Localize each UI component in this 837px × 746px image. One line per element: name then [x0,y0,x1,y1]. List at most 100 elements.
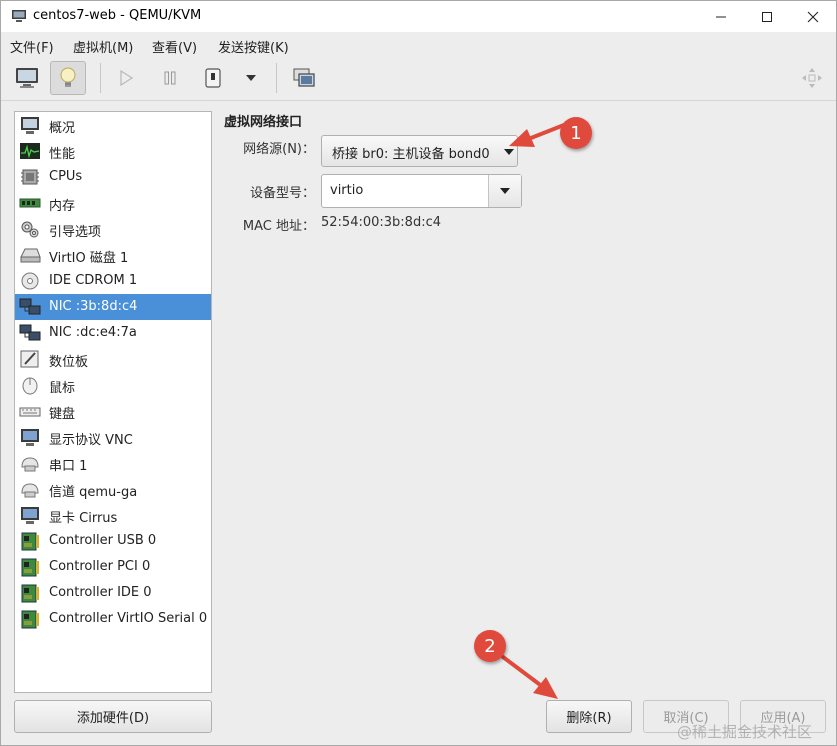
network-source-label: 网络源(N)： [243,142,315,157]
boot-gears-icon [21,221,39,238]
app-window: centos7-web - QEMU/KVM 文件(F) 虚拟机(M) 查看(V… [0,0,837,746]
display-monitor-icon [21,429,39,446]
network-source-dropdown[interactable]: 桥接 br0: 主机设备 bond0 [321,135,518,167]
mac-address-label: MAC 地址： [242,219,315,234]
toolbar-separator [100,63,101,93]
console-view-button[interactable] [9,61,45,95]
hardware-item-label: VirtIO 磁盘 1 [49,251,129,266]
controller-card-icon [21,532,39,551]
play-icon [120,70,134,86]
add-hardware-button[interactable]: 添加硬件(D) [14,700,212,733]
minimize-button[interactable] [698,1,744,32]
menu-send-key[interactable]: 发送按键(K) [218,37,289,56]
hardware-list-item[interactable]: 键盘 [15,398,211,424]
shutdown-menu-button[interactable] [233,61,269,95]
app-monitor-icon [12,10,26,22]
hardware-list-item[interactable]: VirtIO 磁盘 1 [15,242,211,268]
device-model-dropdown-button[interactable] [488,175,521,207]
hardware-item-label: Controller USB 0 [49,533,157,548]
annotation-badge-2: 2 [474,630,506,662]
chevron-down-icon [504,149,514,155]
hardware-item-label: 概况 [49,121,76,136]
controller-card-icon [21,584,39,603]
hardware-list-item[interactable]: 鼠标 [15,372,211,398]
hardware-item-label: CPUs [49,169,83,184]
hardware-list-item[interactable]: 显示协议 VNC [15,424,211,450]
device-model-value[interactable]: virtio [330,183,363,198]
hardware-item-label: 显示协议 VNC [49,433,133,448]
cdrom-icon [21,272,39,290]
network-icon [19,298,41,315]
lightbulb-icon [60,67,76,87]
maximize-button[interactable] [744,1,790,32]
hardware-list-item[interactable]: 概况 [15,112,211,138]
dropdown-arrow-icon [246,75,256,81]
title-bar: centos7-web - QEMU/KVM [1,1,836,32]
hardware-list-item[interactable]: 性能 [15,138,211,164]
toolbar-separator [276,63,277,93]
hardware-list-item[interactable]: NIC :dc:e4:7a [15,320,211,346]
hardware-list-item[interactable]: 内存 [15,190,211,216]
hardware-list[interactable]: 概况性能 CPUs 内存引导选项 VirtIO 磁盘 1 IDE CDROM 1 NIC … [14,111,212,693]
hardware-item-label: 信道 qemu-ga [49,485,138,500]
hardware-list-item[interactable]: IDE CDROM 1 [15,268,211,294]
screenshot-button[interactable] [286,61,322,95]
close-icon [807,11,819,22]
fullscreen-icon [802,68,822,88]
hardware-list-item[interactable]: 数位板 [15,346,211,372]
network-icon [19,324,41,341]
menu-vm[interactable]: 虚拟机(M) [73,37,133,56]
minimize-icon [716,16,726,17]
menu-file[interactable]: 文件(F) [10,37,54,56]
hardware-item-label: NIC :dc:e4:7a [49,325,137,340]
hardware-list-item[interactable]: 串口 1 [15,450,211,476]
overview-monitor-icon [21,117,39,134]
hardware-list-item[interactable]: 显卡 Cirrus [15,502,211,528]
mac-address-value: 52:54:00:3b:8d:c4 [321,215,441,230]
device-model-combo[interactable]: virtio [321,174,522,208]
toolbar [1,57,836,101]
hardware-list-item[interactable]: 信道 qemu-ga [15,476,211,502]
hardware-item-label: 键盘 [49,407,76,422]
pause-icon [164,71,176,85]
close-button[interactable] [790,1,836,32]
tablet-icon [20,350,39,368]
cpu-chip-icon [21,169,39,185]
keyboard-icon [19,407,41,417]
hardware-item-label: 引导选项 [49,225,102,240]
pause-button[interactable] [152,61,188,95]
hardware-list-item[interactable]: 引导选项 [15,216,211,242]
hardware-item-label: 性能 [49,147,76,162]
performance-graph-icon [20,143,40,159]
serial-port-icon [21,457,39,472]
maximize-icon [762,11,772,22]
hardware-list-item[interactable]: NIC :3b:8d:c4 [15,294,211,320]
hardware-item-label: NIC :3b:8d:c4 [49,299,138,314]
menu-bar: 文件(F) 虚拟机(M) 查看(V) 发送按键(K) [1,32,836,57]
disk-icon [20,248,41,263]
details-view-button[interactable] [50,61,86,95]
remove-button[interactable]: 删除(R) [546,700,632,733]
memory-stick-icon [19,198,41,208]
hardware-list-item[interactable]: Controller VirtIO Serial 0 [15,606,211,632]
watermark: @稀土掘金技术社区 [677,723,813,741]
menu-view[interactable]: 查看(V) [152,37,197,56]
video-card-icon [21,507,39,524]
annotation-arrowhead-2 [533,677,558,699]
hardware-list-item[interactable]: Controller PCI 0 [15,554,211,580]
shutdown-button[interactable] [195,61,231,95]
fullscreen-button[interactable] [794,61,830,95]
hardware-list-item[interactable]: Controller USB 0 [15,528,211,554]
screenshot-icon [293,68,315,87]
controller-card-icon [21,610,39,629]
chevron-down-icon [500,188,510,194]
section-title: 虚拟网络接口 [224,115,303,130]
network-source-value: 桥接 br0: 主机设备 bond0 [332,147,490,162]
hardware-list-item[interactable]: Controller IDE 0 [15,580,211,606]
annotation-badge-1: 1 [560,117,592,149]
hardware-item-label: Controller IDE 0 [49,585,152,600]
run-button[interactable] [108,61,144,95]
hardware-item-label: 内存 [49,199,76,214]
hardware-list-item[interactable]: CPUs [15,164,211,190]
hardware-item-label: 显卡 Cirrus [49,511,118,526]
